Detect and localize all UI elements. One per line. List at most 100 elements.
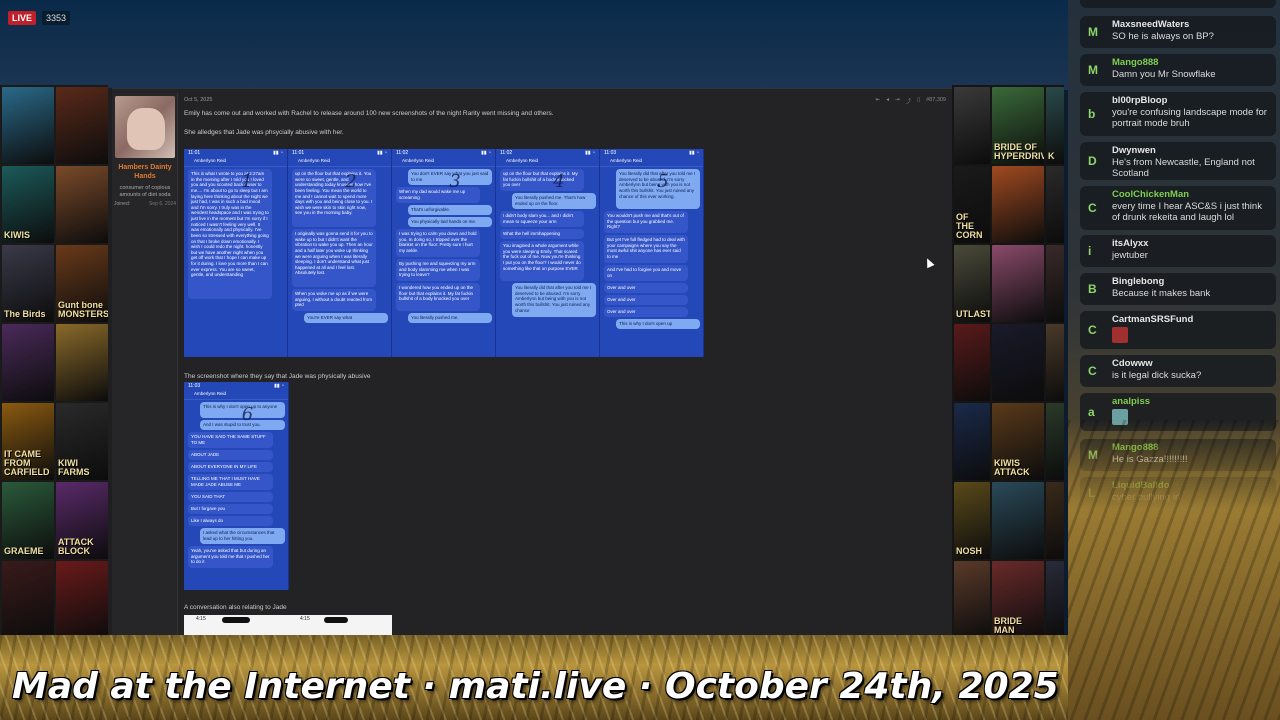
- chat-username[interactable]: itsAlyxx: [1112, 238, 1148, 249]
- caption-2: A conversation also relating to Jade: [184, 604, 287, 611]
- chat-text: Because it makes bank: [1112, 288, 1211, 299]
- poster-image: GRAEME: [2, 482, 54, 559]
- poster-image: KIWIS: [2, 166, 54, 243]
- user-title: consumer of copious amounts of diet soda: [119, 185, 171, 198]
- message-bubble: You physically laid hands on me.: [408, 217, 492, 227]
- screenshot-single[interactable]: 11:03 ▮▮ ◔ Amberlynn Reid This is why I don…: [184, 382, 289, 590]
- next-icon[interactable]: ⇥: [895, 97, 900, 107]
- third-shot-time-left: 4:15: [196, 616, 206, 622]
- poster-image: [954, 561, 990, 638]
- message-bubble: I originally was gonna send it for you t…: [292, 229, 376, 287]
- poster-wall-right: BRIDE OF HYPERDRIVE K OF THE CORN UTLAST KIW…: [952, 85, 1064, 638]
- chat-badge-icon: b: [1088, 107, 1096, 121]
- message-bubble: YOU SAID THAT: [188, 492, 273, 502]
- poster-image: [992, 482, 1044, 559]
- poster-label: ATTACK BLOCK: [58, 537, 94, 556]
- post-number[interactable]: #87,309: [926, 97, 946, 107]
- chat-badge-icon: a: [1088, 405, 1095, 419]
- chat-username[interactable]: CartmanSRSFund: [1112, 314, 1193, 325]
- poster-image: NOSH: [954, 482, 990, 559]
- poster-image: [1046, 561, 1064, 638]
- chat-username[interactable]: analpiss: [1112, 396, 1150, 407]
- bookmark-icon[interactable]: ▯: [917, 97, 920, 107]
- phone-status-bar: 11:02 ▮▮ ◔: [496, 149, 599, 158]
- chat-username[interactable]: CoolChickenMan: [1112, 189, 1189, 200]
- joined-info: Joined: Sep 6, 2024: [114, 201, 176, 207]
- poster-image: [992, 245, 1044, 322]
- message-bubble: up on the floor but that explains it. My…: [500, 169, 584, 191]
- post-date[interactable]: Oct 5, 2025: [184, 97, 212, 107]
- chat-text: He's from Newcastle, England not Scotlan…: [1112, 157, 1255, 180]
- poster-label: NOSH: [956, 546, 983, 556]
- poster-image: ATTACK BLOCK: [56, 482, 108, 559]
- message-bubble: By pushing me and squeezing my arm and b…: [396, 259, 480, 281]
- message-bubble: I asked what the circumstances that lead…: [200, 528, 285, 544]
- message-bubble: When my dad would wake me up screaming: [396, 187, 480, 203]
- chat-message: M MaxsneedWaters SO he is always on BP?: [1080, 16, 1276, 48]
- poster-label: BRIDE MAN: [994, 616, 1023, 635]
- handwritten-number: 3: [449, 171, 461, 192]
- poster-wall-left: KIWIS The Birds Gunt bone MONSTERS IT CAME …: [0, 85, 108, 638]
- contact-name: Amberlynn Reid: [184, 391, 288, 400]
- poster-label: KIWI FARMS: [58, 458, 90, 477]
- message-bubble: Over and over: [604, 307, 688, 317]
- phone-status-bar: 11:01 ▮▮ ◔: [288, 149, 391, 158]
- chat-username[interactable]: Cdowww: [1112, 358, 1153, 369]
- joined-date: Sep 6, 2024: [149, 201, 176, 207]
- screenshot-strip[interactable]: 11:01 ▮▮ ◔ Amberlynn Reid This is what I wr…: [184, 149, 704, 357]
- chat-message: C CartmanSRSFund: [1080, 311, 1276, 349]
- signal-icon: ▮▮ ◔: [585, 150, 595, 156]
- chat-username[interactable]: Binglebong: [1112, 276, 1164, 287]
- chat-message: b bl00rpBloop you're confusing landscape m…: [1080, 92, 1276, 136]
- poster-image: Gunt bone MONSTERS: [56, 245, 108, 322]
- prev-icon[interactable]: ◂: [886, 97, 889, 107]
- live-label: LIVE: [8, 11, 37, 25]
- poster-label: KIWIS: [4, 230, 30, 240]
- forum-screen: Hambers Dainty Hands consumer of copious…: [108, 88, 952, 635]
- joined-label: Joined:: [114, 201, 131, 207]
- phone-time: 11:03: [604, 150, 617, 156]
- share-icon[interactable]: ⇤: [876, 97, 881, 107]
- sms-screenshot: 11:03 ▮▮ ◔ Amberlynn Reid You literally did…: [600, 149, 704, 357]
- message-bubble: This is what I wrote to you at 2:27am in…: [188, 169, 272, 300]
- poster-image: [954, 403, 990, 480]
- third-shot-time-right: 4:15: [300, 616, 310, 622]
- chat-username[interactable]: Mango888: [1112, 57, 1158, 68]
- sms-screenshot: 11:01 ▮▮ ◔ Amberlynn Reid This is what I wr…: [184, 149, 288, 357]
- username[interactable]: Hambers Dainty Hands: [112, 163, 178, 181]
- message-bubble: Yeah, you've asked that but during an ar…: [188, 546, 273, 568]
- message-bubble: What the hell immhappening: [500, 229, 584, 239]
- chat-badge-icon: D: [1088, 154, 1097, 168]
- post-paragraph-1: Emily has come out and worked with Rache…: [184, 110, 554, 117]
- chat-message: i itsAlyxx jewtuber: [1080, 235, 1276, 267]
- handwritten-number: 2: [345, 171, 357, 192]
- phone-time: 11:02: [396, 150, 409, 156]
- phone-notch: [324, 617, 348, 623]
- phone-status-bar: 11:01 ▮▮ ◔: [184, 149, 287, 158]
- screenshot-partial[interactable]: 4:15 4:15: [184, 615, 392, 635]
- share-link-icon[interactable]: ⤴: [906, 97, 912, 107]
- message-bubble: When you woke me up as if we were arguin…: [292, 289, 376, 311]
- poster-image: [56, 166, 108, 243]
- poster-image: [1046, 166, 1064, 243]
- message-bubble: You imagined a whole argument while you …: [500, 241, 584, 281]
- handwritten-number: 5: [657, 171, 669, 192]
- avatar-image: [127, 108, 165, 150]
- poster-image: UTLAST: [954, 245, 990, 322]
- chat-text: you're confusing landscape mode for port…: [1112, 107, 1267, 130]
- signal-icon: ▮▮ ◔: [481, 150, 491, 156]
- contact-name: Amberlynn Reid: [288, 158, 391, 167]
- avatar[interactable]: [115, 96, 175, 158]
- poster-image: [992, 324, 1044, 401]
- poster-image: BRIDE OF HYPERDRIVE: [992, 87, 1044, 164]
- chat-badge-icon: M: [1088, 25, 1098, 39]
- chat-username[interactable]: MaxsneedWaters: [1112, 19, 1189, 30]
- poster-image: KIWI FARMS: [56, 403, 108, 480]
- chat-badge-icon: C: [1088, 323, 1097, 337]
- handwritten-number: 4: [553, 171, 565, 192]
- chat-text: is it legal dick sucka?: [1112, 370, 1202, 381]
- signal-icon: ▮▮ ◔: [689, 150, 699, 156]
- chat-username[interactable]: bl00rpBloop: [1112, 95, 1167, 106]
- post-user-info: Hambers Dainty Hands consumer of copious…: [112, 93, 178, 635]
- chat-username[interactable]: Dwynwen: [1112, 145, 1156, 156]
